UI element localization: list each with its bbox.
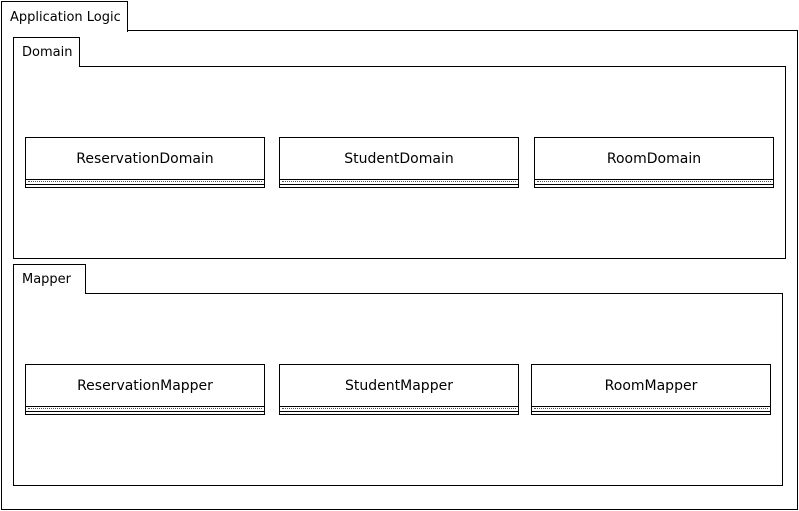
attributes-separator: [280, 179, 518, 180]
class-room-mapper[interactable]: RoomMapper: [531, 364, 771, 415]
attributes-compartment: [28, 408, 262, 409]
mapper-package-tab: Mapper: [13, 264, 86, 294]
class-student-mapper[interactable]: StudentMapper: [279, 364, 519, 415]
operations-separator: [280, 184, 518, 185]
attributes-compartment: [28, 181, 262, 182]
application-logic-package-label: Application Logic: [10, 9, 121, 25]
domain-package-label: Domain: [22, 45, 73, 60]
class-name: ReservationDomain: [76, 150, 214, 167]
class-name: ReservationMapper: [77, 377, 213, 394]
class-reservation-domain[interactable]: ReservationDomain: [25, 137, 265, 188]
operations-separator: [532, 411, 770, 412]
mapper-package-label: Mapper: [22, 272, 72, 287]
attributes-compartment: [534, 408, 768, 409]
application-logic-package-tab: Application Logic: [1, 1, 128, 32]
class-name: RoomDomain: [606, 150, 702, 167]
operations-separator: [535, 184, 773, 185]
attributes-separator: [26, 406, 264, 407]
operations-separator: [26, 411, 264, 412]
operations-separator: [280, 411, 518, 412]
class-reservation-mapper[interactable]: ReservationMapper: [25, 364, 265, 415]
attributes-separator: [26, 179, 264, 180]
attributes-compartment: [537, 181, 771, 182]
attributes-separator: [532, 406, 770, 407]
domain-package-tab: Domain: [13, 37, 80, 67]
class-name: StudentMapper: [345, 377, 453, 394]
class-student-domain[interactable]: StudentDomain: [279, 137, 519, 188]
class-name: StudentDomain: [344, 150, 454, 167]
class-name: RoomMapper: [604, 377, 698, 394]
attributes-compartment: [282, 181, 516, 182]
attributes-separator: [280, 406, 518, 407]
class-room-domain[interactable]: RoomDomain: [534, 137, 774, 188]
attributes-compartment: [282, 408, 516, 409]
attributes-separator: [535, 179, 773, 180]
operations-separator: [26, 184, 264, 185]
